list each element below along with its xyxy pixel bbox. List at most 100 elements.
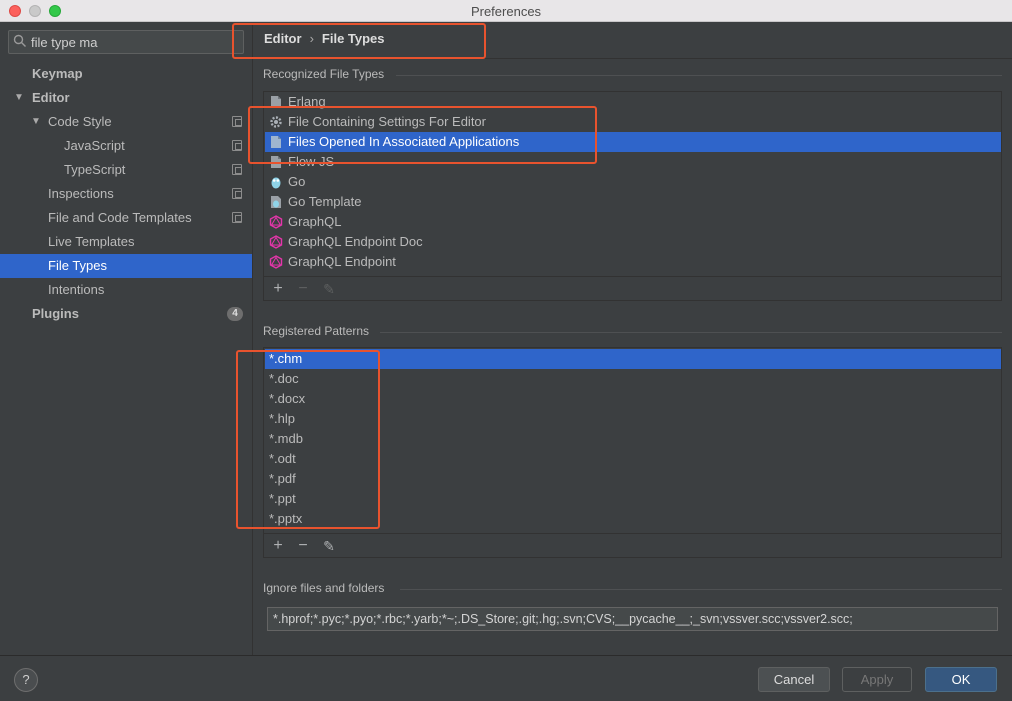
pattern-item[interactable]: *.hlp — [265, 409, 1001, 429]
pattern-item[interactable]: *.ppt — [265, 489, 1001, 509]
go-template-icon — [269, 195, 283, 209]
sidebar-item-keymap[interactable]: Keymap — [0, 62, 252, 86]
list-item[interactable]: Go Template — [265, 192, 1001, 212]
settings-search-field[interactable]: file type ma — [8, 30, 244, 54]
pattern-label: *.mdb — [269, 431, 303, 446]
graphql-icon — [269, 235, 283, 249]
list-item-label: Go Template — [288, 194, 362, 209]
pattern-item[interactable]: *.docx — [265, 389, 1001, 409]
help-button[interactable]: ? — [14, 668, 38, 692]
dialog-button-bar: ? Cancel Apply OK — [0, 655, 1012, 701]
list-item[interactable]: GraphQL — [265, 212, 1001, 232]
pattern-item[interactable]: *.doc — [265, 369, 1001, 389]
sidebar-item-label: File Types — [48, 258, 108, 273]
pattern-label: *.pdf — [269, 471, 296, 486]
add-pattern-button[interactable]: + — [268, 536, 288, 556]
list-item-label: GraphQL Endpoint — [288, 254, 396, 269]
list-item-label: File Containing Settings For Editor — [288, 114, 486, 129]
graphql-icon — [269, 255, 283, 269]
search-icon — [13, 34, 27, 51]
ignore-files-input[interactable]: *.hprof;*.pyc;*.pyo;*.rbc;*.yarb;*~;.DS_… — [267, 607, 998, 631]
pattern-item[interactable]: *.pdf — [265, 469, 1001, 489]
settings-content: Editor › File Types Recognized File Types … — [254, 23, 1012, 655]
registered-patterns-list[interactable]: *.chm *.doc *.docx *.hlp *.mdb *.odt *.p… — [263, 347, 1002, 558]
breadcrumb-current: File Types — [321, 31, 385, 46]
window-titlebar: Preferences — [0, 0, 1012, 22]
remove-file-type-button[interactable]: − — [293, 279, 313, 299]
sidebar-item-label: JavaScript — [64, 138, 125, 153]
file-types-toolbar: + − ✎ — [264, 276, 1001, 300]
pattern-label: *.hlp — [269, 411, 296, 426]
list-item[interactable]: File Containing Settings For Editor — [265, 112, 1001, 132]
pattern-item[interactable]: *.mdb — [265, 429, 1001, 449]
pattern-item[interactable]: *.odt — [265, 449, 1001, 469]
header-divider — [254, 58, 1012, 59]
list-item[interactable]: GraphQL Endpoint — [265, 252, 1001, 272]
pattern-label: *.docx — [269, 391, 306, 406]
recognized-file-types-list[interactable]: Erlang File Containing Settings For Edit… — [263, 91, 1002, 301]
sidebar-item-plugins[interactable]: Plugins 4 — [0, 302, 252, 326]
list-item-label: Go — [288, 174, 306, 189]
graphql-icon — [269, 215, 283, 229]
edit-pattern-button[interactable]: ✎ — [319, 536, 339, 556]
section-divider — [380, 332, 1002, 333]
plugins-update-badge: 4 — [227, 307, 243, 321]
list-item[interactable]: Flow JS — [265, 152, 1001, 172]
sidebar-item-label: Keymap — [32, 66, 83, 81]
remove-pattern-button[interactable]: − — [293, 536, 313, 556]
list-item-label: GraphQL Endpoint Doc — [288, 234, 423, 249]
project-settings-icon — [232, 188, 242, 199]
pattern-label: *.ppt — [269, 491, 296, 506]
ok-button[interactable]: OK — [925, 667, 997, 692]
breadcrumb-parent: Editor — [264, 31, 302, 46]
sidebar-item-file-and-code-templates[interactable]: File and Code Templates — [0, 206, 252, 230]
recognized-file-types-label: Recognized File Types — [263, 67, 385, 81]
sidebar-item-label: Intentions — [48, 282, 105, 297]
sidebar-item-inspections[interactable]: Inspections — [0, 182, 252, 206]
sidebar-item-typescript[interactable]: TypeScript — [0, 158, 252, 182]
settings-sidebar: file type ma Keymap ▼ Editor ▼ Code Styl… — [0, 23, 253, 655]
list-item-label: Erlang — [288, 94, 326, 109]
patterns-toolbar: + − ✎ — [264, 533, 1001, 557]
sidebar-item-label: Plugins — [32, 306, 79, 321]
list-item-label: Flow JS — [288, 154, 335, 169]
add-file-type-button[interactable]: + — [268, 279, 288, 299]
sidebar-item-file-types[interactable]: File Types — [0, 254, 252, 278]
list-item-selected[interactable]: Files Opened In Associated Applications — [265, 132, 1001, 152]
section-divider — [396, 75, 1002, 76]
sidebar-item-label: Live Templates — [48, 234, 135, 249]
gear-icon — [269, 115, 283, 129]
window-title: Preferences — [470, 4, 542, 19]
apply-button[interactable]: Apply — [842, 667, 912, 692]
search-input-value[interactable]: file type ma — [31, 35, 97, 50]
project-settings-icon — [232, 164, 242, 175]
list-item[interactable]: Erlang — [265, 92, 1001, 112]
pattern-label: *.chm — [269, 351, 303, 366]
file-icon — [269, 135, 283, 149]
sidebar-item-code-style[interactable]: ▼ Code Style — [0, 110, 252, 134]
list-item[interactable]: GraphQL Endpoint Doc — [265, 232, 1001, 252]
project-settings-icon — [232, 116, 242, 127]
sidebar-item-javascript[interactable]: JavaScript — [0, 134, 252, 158]
cancel-button[interactable]: Cancel — [758, 667, 830, 692]
edit-file-type-button[interactable]: ✎ — [319, 279, 339, 299]
list-item-label: Files Opened In Associated Applications — [288, 134, 520, 149]
sidebar-item-live-templates[interactable]: Live Templates — [0, 230, 252, 254]
breadcrumb-separator: › — [309, 31, 314, 46]
sidebar-item-label: Inspections — [48, 186, 114, 201]
list-item-label: GraphQL — [288, 214, 342, 229]
expand-arrow-icon[interactable]: ▼ — [14, 86, 24, 110]
pattern-item[interactable]: *.pptx — [265, 509, 1001, 529]
pattern-item-selected[interactable]: *.chm — [265, 349, 1001, 369]
sidebar-item-editor[interactable]: ▼ Editor — [0, 86, 252, 110]
sidebar-item-label: Code Style — [48, 114, 112, 129]
sidebar-item-label: TypeScript — [64, 162, 126, 177]
ignore-files-label: Ignore files and folders — [263, 581, 385, 595]
sidebar-item-intentions[interactable]: Intentions — [0, 278, 252, 302]
go-gopher-icon — [269, 175, 283, 189]
list-item[interactable]: Go — [265, 172, 1001, 192]
file-icon — [269, 155, 283, 169]
pattern-label: *.odt — [269, 451, 296, 466]
expand-arrow-icon[interactable]: ▼ — [31, 110, 41, 134]
section-divider — [400, 589, 1002, 590]
